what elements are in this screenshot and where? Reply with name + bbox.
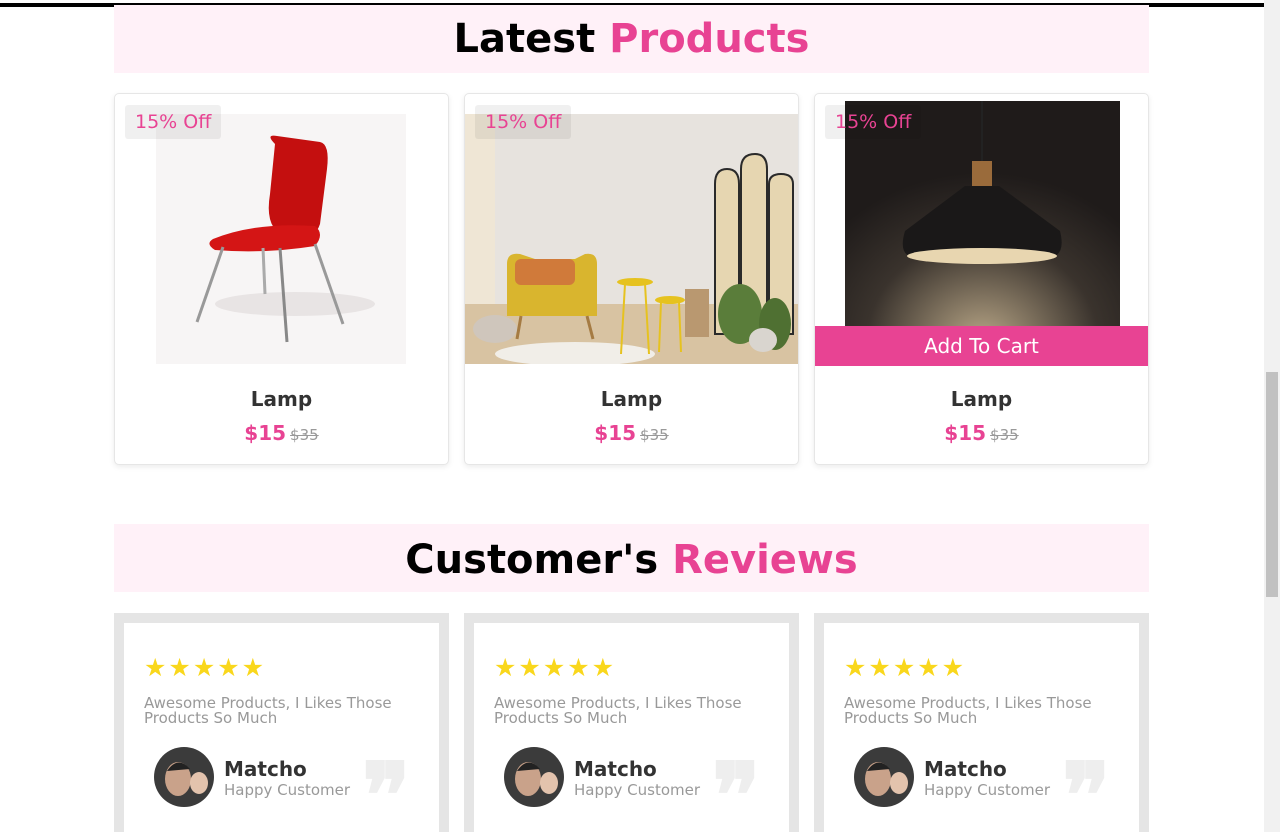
page-scrollbar[interactable] — [1264, 0, 1280, 832]
heading-accent: Products — [609, 16, 810, 62]
heading-accent: Reviews — [672, 537, 858, 583]
product-name[interactable]: Lamp — [815, 387, 1148, 411]
reviewer-role: Happy Customer — [574, 781, 701, 799]
scrollbar-thumb[interactable] — [1266, 372, 1278, 597]
product-name[interactable]: Lamp — [115, 387, 448, 411]
review-card: ★★★★★ Awesome Products, I Likes Those Pr… — [464, 613, 799, 832]
heading-text: Customer's — [405, 537, 659, 583]
discount-badge: 15% Off — [475, 105, 572, 139]
heading-text: Latest — [453, 16, 596, 62]
product-price: $15 $35 — [465, 421, 798, 445]
quote-icon: ❞ — [1062, 743, 1111, 832]
product-card[interactable]: 15% Off Lamp $15 $35 — [114, 93, 449, 465]
reviewer-role: Happy Customer — [924, 781, 1051, 799]
products-heading: Latest Products — [114, 5, 1149, 73]
product-price: $15 $35 — [115, 421, 448, 445]
product-name[interactable]: Lamp — [465, 387, 798, 411]
discount-badge: 15% Off — [125, 105, 222, 139]
star-rating: ★★★★★ — [144, 653, 267, 682]
product-card[interactable]: 15% Off Add To Cart Lamp $15 $35 — [814, 93, 1149, 465]
avatar — [854, 747, 914, 807]
product-price: $15 $35 — [815, 421, 1148, 445]
review-text: Awesome Products, I Likes Those Products… — [844, 694, 1092, 727]
review-text: Awesome Products, I Likes Those Products… — [144, 694, 392, 727]
price-old: $35 — [640, 426, 669, 444]
quote-icon: ❞ — [362, 743, 411, 832]
add-to-cart-button[interactable]: Add To Cart — [815, 326, 1148, 366]
reviewer-name: Matcho — [224, 757, 307, 781]
price-old: $35 — [290, 426, 319, 444]
quote-icon: ❞ — [712, 743, 761, 832]
price-current: $15 — [944, 421, 987, 445]
price-current: $15 — [594, 421, 637, 445]
review-card: ★★★★★ Awesome Products, I Likes Those Pr… — [114, 613, 449, 832]
avatar — [154, 747, 214, 807]
reviews-heading: Customer's Reviews — [114, 524, 1149, 592]
product-image-armchair-room[interactable] — [465, 114, 798, 366]
reviewer-name: Matcho — [574, 757, 657, 781]
review-card: ★★★★★ Awesome Products, I Likes Those Pr… — [814, 613, 1149, 832]
product-card[interactable]: 15% Off Lamp $15 $35 — [464, 93, 799, 465]
star-rating: ★★★★★ — [844, 653, 967, 682]
reviewer-role: Happy Customer — [224, 781, 351, 799]
price-old: $35 — [990, 426, 1019, 444]
star-rating: ★★★★★ — [494, 653, 617, 682]
avatar — [504, 747, 564, 807]
product-image-red-chair[interactable] — [115, 114, 448, 364]
discount-badge: 15% Off — [825, 105, 922, 139]
price-current: $15 — [244, 421, 287, 445]
reviewer-name: Matcho — [924, 757, 1007, 781]
review-text: Awesome Products, I Likes Those Products… — [494, 694, 742, 727]
